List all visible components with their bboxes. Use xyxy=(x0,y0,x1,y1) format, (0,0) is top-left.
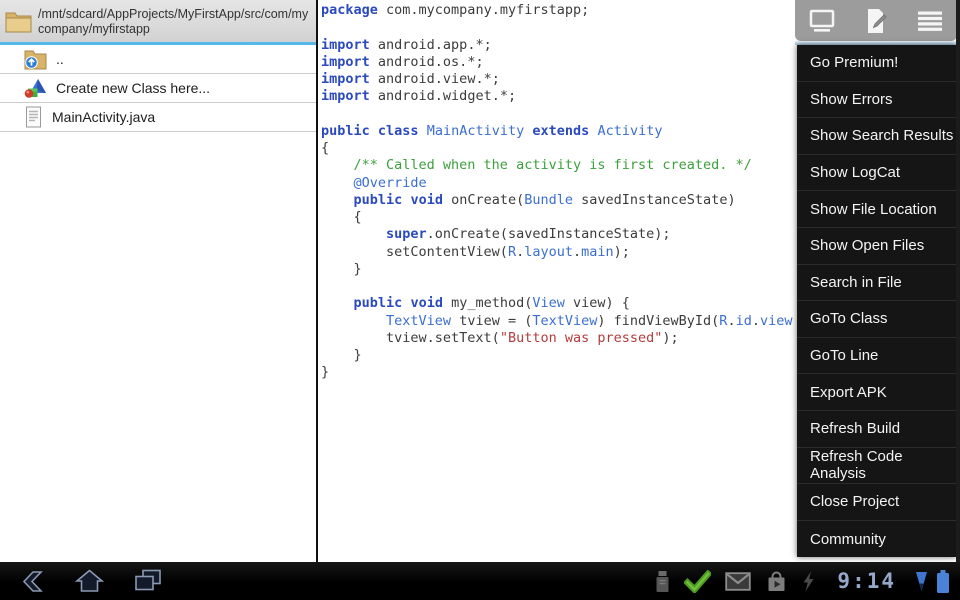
edit-file-icon xyxy=(862,7,890,35)
menu-item-goto-line[interactable]: GoTo Line xyxy=(797,338,956,375)
menu-item-community[interactable]: Community xyxy=(797,521,956,558)
nav-back-button[interactable] xyxy=(16,569,46,594)
aide-ide-screen: /mnt/sdcard/AppProjects/MyFirstApp/src/c… xyxy=(0,0,960,600)
menu-item-export-apk[interactable]: Export APK xyxy=(797,374,956,411)
menu-item-show-logcat[interactable]: Show LogCat xyxy=(797,155,956,192)
menu-icon xyxy=(915,9,945,33)
menu-item-show-search-results[interactable]: Show Search Results xyxy=(797,118,956,155)
file-list-item[interactable]: Create new Class here... xyxy=(0,74,316,103)
screen-edge-strip xyxy=(956,0,960,562)
nav-buttons xyxy=(0,568,163,594)
charging-icon xyxy=(802,571,815,592)
nav-home-button[interactable] xyxy=(74,568,105,594)
file-browser-panel: /mnt/sdcard/AppProjects/MyFirstApp/src/c… xyxy=(0,0,316,562)
back-icon xyxy=(16,569,46,594)
menu-item-refresh-build[interactable]: Refresh Build xyxy=(797,411,956,448)
edit-file-button[interactable] xyxy=(849,0,903,41)
java-file-icon xyxy=(24,106,43,128)
gmail-icon xyxy=(725,572,751,591)
clock: 9:14 xyxy=(837,569,896,593)
toolbar xyxy=(795,0,957,41)
file-label: .. xyxy=(56,51,64,67)
current-path: /mnt/sdcard/AppProjects/MyFirstApp/src/c… xyxy=(38,7,312,37)
pen-input-icon xyxy=(914,571,929,592)
menu-item-show-open-files[interactable]: Show Open Files xyxy=(797,228,956,265)
system-bar: 9:14 xyxy=(0,562,960,600)
nav-recents-button[interactable] xyxy=(133,568,163,594)
home-icon xyxy=(74,568,105,594)
folder-up-icon xyxy=(24,49,47,70)
menu-item-refresh-code-analysis[interactable]: Refresh Code Analysis xyxy=(797,448,956,485)
folder-icon xyxy=(5,10,32,34)
battery-icon xyxy=(936,570,950,593)
menu-item-search-in-file[interactable]: Search in File xyxy=(797,265,956,302)
file-list-item[interactable]: .. xyxy=(0,45,316,74)
menu-item-show-errors[interactable]: Show Errors xyxy=(797,82,956,119)
file-label: MainActivity.java xyxy=(52,109,155,125)
status-icons-right xyxy=(914,570,950,593)
file-list-item[interactable]: MainActivity.java xyxy=(0,103,316,132)
status-icons-left xyxy=(655,570,815,593)
file-label: Create new Class here... xyxy=(56,80,210,96)
sync-check-icon xyxy=(684,570,711,593)
play-store-icon xyxy=(765,570,788,593)
overflow-menu-button[interactable] xyxy=(903,0,957,41)
menu-item-close-project[interactable]: Close Project xyxy=(797,484,956,521)
usb-icon xyxy=(655,570,670,593)
menu-item-goto-class[interactable]: GoTo Class xyxy=(797,301,956,338)
menu-item-go-premium[interactable]: Go Premium! xyxy=(797,45,956,82)
new-class-icon xyxy=(24,78,47,99)
recents-icon xyxy=(133,568,163,594)
run-on-device-button[interactable] xyxy=(795,0,849,41)
device-screen-icon xyxy=(806,7,838,35)
current-path-header: /mnt/sdcard/AppProjects/MyFirstApp/src/c… xyxy=(0,0,316,45)
overflow-menu: Go Premium!Show ErrorsShow Search Result… xyxy=(797,45,956,557)
file-list: .. Create new Class here... MainActivity.j… xyxy=(0,45,316,132)
menu-item-show-file-location[interactable]: Show File Location xyxy=(797,191,956,228)
status-area: 9:14 xyxy=(655,569,960,593)
